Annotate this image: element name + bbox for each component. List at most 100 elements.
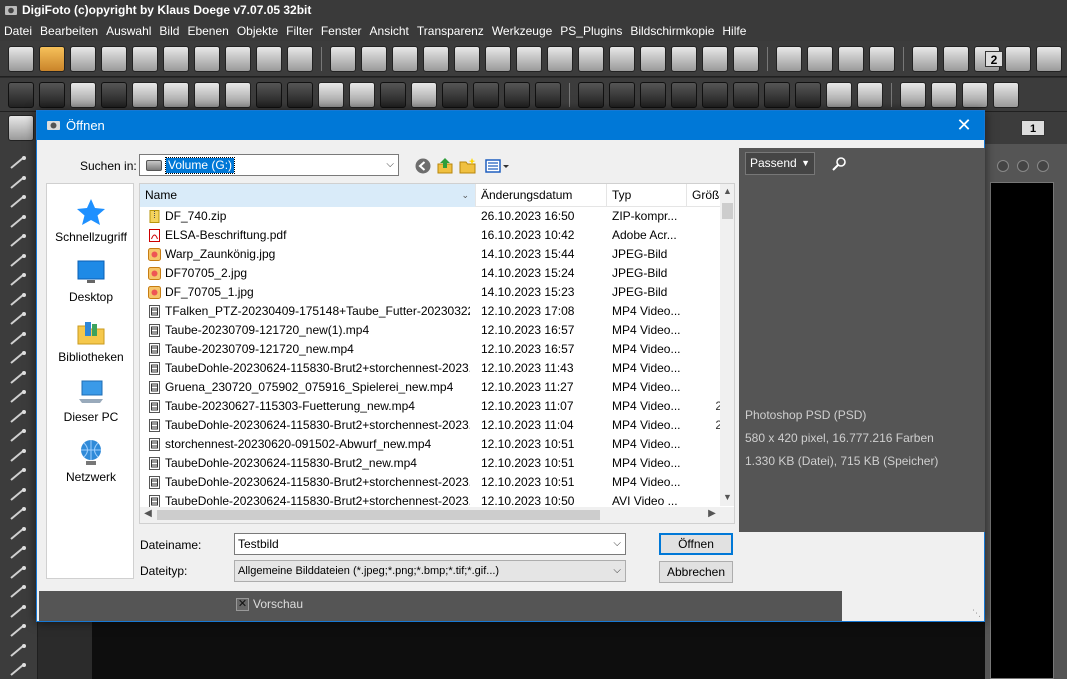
file-row[interactable]: ELSA-Beschriftung.pdf 16.10.2023 10:42 Ado…	[140, 226, 722, 245]
open-button[interactable]: Öffnen	[659, 533, 733, 555]
tool-button-icon[interactable]	[8, 81, 34, 108]
tool-button-icon[interactable]	[70, 81, 96, 108]
tool-button-icon[interactable]	[256, 45, 282, 72]
tool-button-icon[interactable]	[349, 81, 375, 108]
tool-icon[interactable]	[7, 271, 29, 289]
back-icon[interactable]	[414, 157, 432, 175]
file-row[interactable]: Warp_Zaunkönig.jpg 14.10.2023 15:44 JPEG-B…	[140, 245, 722, 264]
tool-button-icon[interactable]	[256, 81, 282, 108]
file-row[interactable]: TaubeDohle-20230624-115830-Brut2+storche…	[140, 359, 722, 378]
tool-button-icon[interactable]	[225, 81, 251, 108]
menu-item-bild[interactable]: Bild	[155, 21, 183, 41]
tool-button-icon[interactable]	[101, 45, 127, 72]
tool-button-icon[interactable]	[733, 81, 759, 108]
tool-button-icon[interactable]	[640, 81, 666, 108]
tool-button-icon[interactable]	[640, 45, 666, 72]
place-dieser-pc[interactable]: Dieser PC	[47, 372, 135, 432]
tool-button-icon[interactable]	[776, 45, 802, 72]
tool-button-icon[interactable]	[931, 81, 957, 108]
tool-button-icon[interactable]	[671, 45, 697, 72]
file-row[interactable]: Gruena_230720_075902_075916_Spielerei_ne…	[140, 378, 722, 397]
folder-up-icon[interactable]	[436, 157, 454, 175]
tool-icon[interactable]	[7, 661, 29, 679]
tool-button-icon[interactable]	[609, 81, 635, 108]
scroll-up-icon[interactable]: ▲	[720, 186, 734, 200]
file-row[interactable]: TaubeDohle-20230624-115830-Brut2+storche…	[140, 416, 722, 435]
menu-item-ansicht[interactable]: Ansicht	[366, 21, 413, 41]
horizontal-scrollbar[interactable]: ◀ ▶	[140, 507, 720, 523]
tool-icon[interactable]	[7, 544, 29, 562]
menu-item-werkzeuge[interactable]: Werkzeuge	[488, 21, 556, 41]
file-row[interactable]: storchennest-20230620-091502-Abwurf_new.…	[140, 435, 722, 454]
menu-item-bildschirmkopie[interactable]: Bildschirmkopie	[626, 21, 718, 41]
tool-button-icon[interactable]	[547, 45, 573, 72]
tool-button-icon[interactable]	[380, 81, 406, 108]
resize-grip-icon[interactable]: ⋱	[972, 609, 982, 619]
tool-button-icon[interactable]	[330, 45, 356, 72]
menu-item-datei[interactable]: Datei	[0, 21, 36, 41]
column-header-date[interactable]: ˆ Änderungsdatum	[476, 184, 607, 207]
tool-icon[interactable]	[7, 525, 29, 543]
zoom-fit-select[interactable]: Passend ▼	[745, 152, 815, 175]
tool-icon[interactable]	[7, 447, 29, 465]
tool-button-icon[interactable]	[516, 45, 542, 72]
tool-button-icon[interactable]	[485, 45, 511, 72]
tool-button-icon[interactable]	[912, 45, 938, 72]
file-row[interactable]: Taube-20230627-115303-Fuetterung_new.mp4…	[140, 397, 722, 416]
tool-icon[interactable]	[7, 408, 29, 426]
dialog-close-button[interactable]: ✕	[952, 111, 976, 140]
panel-minimize-icon[interactable]	[997, 160, 1009, 172]
tool-button-icon[interactable]	[578, 81, 604, 108]
tool-button-icon[interactable]	[101, 81, 127, 108]
tool-button-icon[interactable]	[578, 45, 604, 72]
tool-button-icon[interactable]	[163, 81, 189, 108]
tool-icon[interactable]	[7, 388, 29, 406]
tool-button-icon[interactable]	[287, 81, 313, 108]
tool-button-icon[interactable]	[39, 81, 65, 108]
column-header-size[interactable]: Größe	[687, 184, 722, 207]
tool-button-icon[interactable]	[473, 81, 499, 108]
tool-button-icon[interactable]	[163, 45, 189, 72]
tool-button-icon[interactable]	[411, 81, 437, 108]
menu-item-fenster[interactable]: Fenster	[317, 21, 366, 41]
tool-button-icon[interactable]	[132, 45, 158, 72]
tool-button-icon[interactable]	[442, 81, 468, 108]
tool-button-icon[interactable]	[504, 81, 530, 108]
file-row[interactable]: DF_740.zip 26.10.2023 16:50 ZIP-kompr...	[140, 207, 722, 226]
place-netzwerk[interactable]: Netzwerk	[47, 432, 135, 492]
menu-item-hilfe[interactable]: Hilfe	[718, 21, 750, 41]
tool-button-icon[interactable]	[671, 81, 697, 108]
menu-item-ps-plugins[interactable]: PS_Plugins	[556, 21, 626, 41]
tool-button-icon[interactable]	[702, 81, 728, 108]
column-header-name[interactable]: Name ⌄	[140, 184, 476, 207]
tool-button-icon[interactable]	[361, 45, 387, 72]
tool-button-icon[interactable]	[454, 45, 480, 72]
menu-item-filter[interactable]: Filter	[282, 21, 317, 41]
menu-item-auswahl[interactable]: Auswahl	[102, 21, 155, 41]
tool-button-icon[interactable]	[1036, 45, 1062, 72]
chevron-down-icon[interactable]: ⌵	[613, 534, 621, 554]
page-one-button[interactable]: 1	[1021, 120, 1045, 136]
new-folder-icon[interactable]	[459, 157, 477, 175]
tool-button-icon[interactable]	[857, 81, 883, 108]
tool-button-icon[interactable]	[287, 45, 313, 72]
menu-item-objekte[interactable]: Objekte	[233, 21, 282, 41]
tool-button-icon[interactable]	[225, 45, 251, 72]
tool-button-icon[interactable]	[826, 81, 852, 108]
tool-button-icon[interactable]	[194, 81, 220, 108]
scroll-left-icon[interactable]: ◀	[142, 508, 154, 519]
tool-icon[interactable]	[7, 213, 29, 231]
tool-icon[interactable]	[7, 642, 29, 660]
tool-button-icon[interactable]	[8, 45, 34, 72]
tool-button-icon[interactable]	[132, 81, 158, 108]
tool-icon[interactable]	[7, 193, 29, 211]
tool-button-icon[interactable]	[70, 45, 96, 72]
tool-button-icon[interactable]	[838, 45, 864, 72]
filename-input[interactable]: Testbild ⌵	[234, 533, 626, 555]
tool-button-icon[interactable]	[962, 81, 988, 108]
file-row[interactable]: TFalken_PTZ-20230409-175148+Taube_Futter…	[140, 302, 722, 321]
view-menu-icon[interactable]	[484, 157, 512, 175]
file-row[interactable]: TaubeDohle-20230624-115830-Brut2_new.mp4…	[140, 454, 722, 473]
tool-icon[interactable]	[7, 291, 29, 309]
tool-button-icon[interactable]	[8, 115, 34, 141]
